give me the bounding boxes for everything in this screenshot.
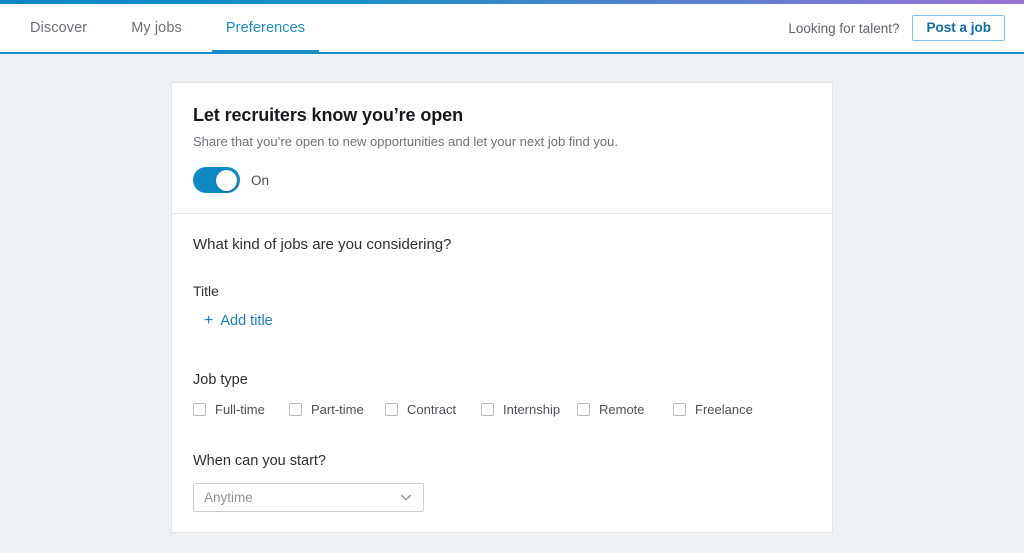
job-type-label: Job type: [193, 372, 811, 388]
job-criteria-section: What kind of jobs are you considering? T…: [172, 214, 832, 532]
toggle-knob: [216, 170, 237, 191]
checkbox-remote[interactable]: Remote: [577, 402, 673, 417]
checkbox-freelance[interactable]: Freelance: [673, 402, 753, 417]
checkbox-internship-label: Internship: [503, 402, 560, 417]
open-to-work-toggle-row: On: [193, 167, 811, 193]
checkbox-part-time-label: Part-time: [311, 402, 364, 417]
add-title-link[interactable]: + Add title: [204, 313, 273, 329]
checkbox-contract-label: Contract: [407, 402, 456, 417]
checkbox-box-icon[interactable]: [481, 403, 494, 416]
open-to-work-section: Let recruiters know you’re open Share th…: [172, 83, 832, 213]
tab-discover[interactable]: Discover: [8, 4, 109, 52]
checkbox-contract[interactable]: Contract: [385, 402, 481, 417]
header-right-actions: Looking for talent? Post a job: [788, 4, 1024, 52]
start-date-select[interactable]: Anytime: [193, 483, 424, 512]
tab-my-jobs-label: My jobs: [131, 20, 182, 36]
checkbox-internship[interactable]: Internship: [481, 402, 577, 417]
job-type-checkbox-row: Full-time Part-time Contract Internship …: [193, 402, 811, 417]
looking-for-talent-text: Looking for talent?: [788, 21, 899, 36]
tab-preferences-label: Preferences: [226, 20, 305, 36]
checkbox-box-icon[interactable]: [577, 403, 590, 416]
job-preferences-card: Let recruiters know you’re open Share th…: [171, 82, 833, 533]
checkbox-part-time[interactable]: Part-time: [289, 402, 385, 417]
start-date-selected-value: Anytime: [204, 490, 253, 505]
checkbox-box-icon[interactable]: [385, 403, 398, 416]
add-title-label: Add title: [220, 313, 272, 329]
checkbox-remote-label: Remote: [599, 402, 645, 417]
checkbox-box-icon[interactable]: [193, 403, 206, 416]
checkbox-freelance-label: Freelance: [695, 402, 753, 417]
checkbox-box-icon[interactable]: [673, 403, 686, 416]
tab-discover-label: Discover: [30, 20, 87, 36]
checkbox-full-time[interactable]: Full-time: [193, 402, 289, 417]
chevron-down-icon: [400, 491, 411, 502]
tab-my-jobs[interactable]: My jobs: [109, 4, 204, 52]
page-title: Let recruiters know you’re open: [193, 105, 811, 126]
checkbox-box-icon[interactable]: [289, 403, 302, 416]
tab-preferences[interactable]: Preferences: [204, 4, 327, 52]
plus-icon: +: [204, 313, 213, 329]
job-kind-question: What kind of jobs are you considering?: [193, 236, 811, 253]
nav-tabs: Discover My jobs Preferences: [0, 4, 327, 52]
toggle-state-label: On: [251, 173, 269, 188]
start-date-label: When can you start?: [193, 453, 811, 469]
page-body: Let recruiters know you’re open Share th…: [0, 82, 1024, 553]
card-subtitle: Share that you’re open to new opportunit…: [193, 134, 811, 149]
top-navigation-bar: Discover My jobs Preferences Looking for…: [0, 4, 1024, 54]
open-to-work-toggle[interactable]: [193, 167, 240, 193]
checkbox-full-time-label: Full-time: [215, 402, 265, 417]
post-a-job-button[interactable]: Post a job: [912, 15, 1005, 41]
title-field-label: Title: [193, 283, 811, 299]
